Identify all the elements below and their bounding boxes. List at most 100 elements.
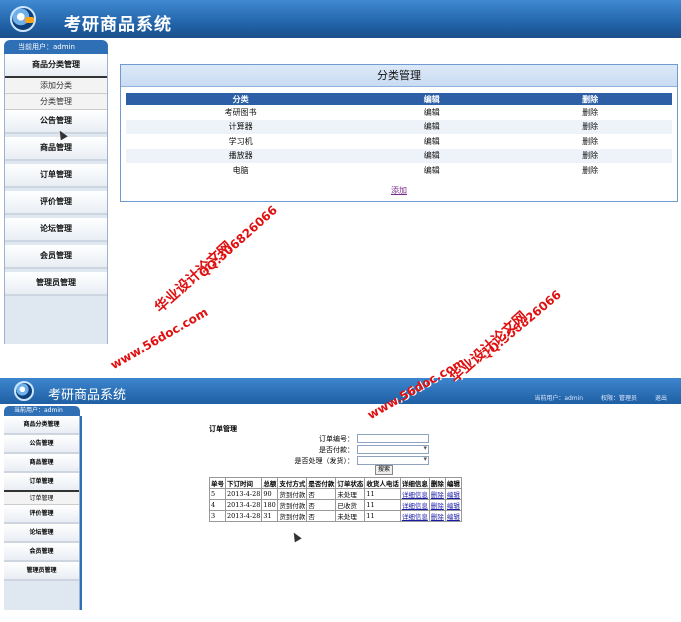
divider	[80, 416, 82, 610]
order-status: 已收货	[335, 499, 366, 511]
col-order-date: 下订时间	[224, 477, 263, 489]
col-total: 总额	[261, 477, 279, 489]
table-row: 电脑 编辑 删除	[126, 163, 672, 178]
top-current-user: 当前用户：admin	[534, 395, 584, 402]
menu-notice[interactable]: 公告管理	[4, 435, 79, 454]
table-row: 3 2013-4-28 31 货到付款 否 未处理 11 详细信息 删除 编辑	[209, 510, 462, 522]
menu-members[interactable]: 会员管理	[4, 543, 79, 562]
order-phone: 11	[364, 488, 401, 500]
order-date: 2013-4-28	[224, 499, 263, 511]
current-user-bar: 当前用户：admin	[4, 40, 108, 54]
menu-goods[interactable]: 商品管理	[5, 137, 107, 161]
menu-orders[interactable]: 订单管理	[4, 473, 79, 492]
order-date: 2013-4-28	[224, 488, 263, 500]
category-name: 学习机	[228, 136, 253, 146]
order-paid: 否	[306, 510, 337, 522]
menu-admins[interactable]: 管理员管理	[4, 562, 79, 581]
menu-admins[interactable]: 管理员管理	[5, 272, 107, 296]
menu-add-category[interactable]: 添加分类	[5, 78, 107, 94]
table-row: 4 2013-4-28 180 货到付款 否 已收货 11 详细信息 删除 编辑	[209, 499, 462, 511]
col-order-id: 单号	[209, 477, 226, 489]
delete-link[interactable]: 删除	[428, 488, 446, 500]
order-date: 2013-4-28	[224, 510, 263, 522]
table-row: 计算器 编辑 删除	[126, 119, 672, 134]
table-row: 5 2013-4-28 90 货到付款 否 未处理 11 详细信息 删除 编辑	[209, 488, 462, 500]
add-category-link[interactable]: 添加	[121, 185, 677, 196]
order-payment: 货到付款	[277, 510, 308, 522]
col-status: 订单状态	[335, 477, 366, 489]
delete-link[interactable]: 删除	[508, 148, 672, 163]
menu-order-list[interactable]: 订单管理	[4, 492, 79, 505]
order-status: 未处理	[335, 488, 366, 500]
app-header: 考研商品系统	[0, 0, 681, 38]
order-management-screen: 考研商品系统 当前用户：admin 权限：管理员 退出 当前用户：admin 商…	[0, 378, 681, 610]
delete-link[interactable]: 删除	[508, 119, 672, 134]
menu-forum[interactable]: 论坛管理	[5, 218, 107, 242]
delete-link[interactable]: 删除	[508, 134, 672, 149]
order-payment: 货到付款	[277, 488, 308, 500]
edit-link[interactable]: 编辑	[355, 119, 509, 134]
order-id: 3	[209, 510, 226, 522]
order-paid: 否	[306, 488, 337, 500]
order-total: 31	[261, 510, 279, 522]
logout-link[interactable]: 退出	[655, 395, 667, 402]
page-title: 分类管理	[121, 65, 677, 87]
order-phone: 11	[364, 510, 401, 522]
col-delete: 删除	[508, 93, 672, 105]
delete-link[interactable]: 删除	[428, 499, 446, 511]
top-role: 权限：管理员	[601, 395, 638, 402]
processed-label: 是否处理（发货）：	[294, 457, 355, 465]
col-phone: 收货人电话	[364, 477, 401, 489]
edit-link[interactable]: 编辑	[355, 105, 508, 120]
menu-forum[interactable]: 论坛管理	[4, 524, 79, 543]
order-phone: 11	[364, 499, 401, 511]
order-table: 单号 下订时间 总额 支付方式 是否付款 订单状态 收货人电话 详细信息 删除 …	[209, 477, 462, 522]
order-no-input[interactable]	[357, 434, 429, 443]
table-row: 考研图书 编辑 删除	[126, 105, 672, 120]
logo-icon	[10, 6, 36, 32]
search-button[interactable]: 搜索	[375, 465, 393, 475]
category-name: 播放器	[126, 148, 356, 163]
edit-link[interactable]: 编辑	[355, 148, 509, 163]
edit-link[interactable]: 编辑	[444, 510, 462, 522]
menu-notice[interactable]: 公告管理	[5, 110, 107, 134]
delete-link[interactable]: 删除	[508, 163, 672, 178]
order-id: 5	[209, 488, 226, 500]
sidebar: 商品分类管理 添加分类 分类管理 公告管理 商品管理 订单管理 评价管理 论坛管…	[4, 54, 108, 344]
menu-category[interactable]: 商品分类管理	[5, 54, 107, 78]
menu-reviews[interactable]: 评价管理	[4, 505, 79, 524]
edit-link[interactable]: 编辑	[444, 488, 462, 500]
detail-link[interactable]: 详细信息	[399, 510, 430, 522]
menu-members[interactable]: 会员管理	[5, 245, 107, 269]
menu-goods[interactable]: 商品管理	[4, 454, 79, 473]
current-user-bar: 当前用户：admin	[4, 406, 80, 416]
order-id: 4	[209, 499, 226, 511]
top-right-bar: 当前用户：admin 权限：管理员 退出	[534, 393, 667, 402]
edit-link[interactable]: 编辑	[444, 499, 462, 511]
category-panel: 分类管理 分类 编辑 删除 考研图书 编辑 删除 计算器 编辑 删除 学习机 编…	[120, 64, 678, 202]
detail-link[interactable]: 详细信息	[399, 499, 430, 511]
category-management-screen: 考研商品系统 当前用户：admin 商品分类管理 添加分类 分类管理 公告管理 …	[0, 0, 681, 345]
menu-category-list[interactable]: 分类管理	[5, 94, 107, 110]
logo-icon	[14, 381, 34, 401]
col-detail: 详细信息	[399, 477, 430, 489]
table-row: 学习机 编辑 删除	[126, 134, 672, 149]
order-total: 90	[261, 488, 279, 500]
menu-orders[interactable]: 订单管理	[5, 164, 107, 188]
menu-category[interactable]: 商品分类管理	[4, 416, 79, 435]
delete-link[interactable]: 删除	[508, 105, 672, 120]
page-title: 订单管理	[209, 424, 237, 433]
menu-reviews[interactable]: 评价管理	[5, 191, 107, 215]
paid-select[interactable]	[357, 444, 429, 454]
category-name: 考研图书	[224, 107, 257, 117]
delete-link[interactable]: 删除	[428, 510, 446, 522]
edit-link[interactable]: 编辑	[355, 134, 508, 149]
detail-link[interactable]: 详细信息	[399, 488, 430, 500]
edit-link[interactable]: 编辑	[355, 163, 508, 178]
category-table: 分类 编辑 删除 考研图书 编辑 删除 计算器 编辑 删除 学习机 编辑 删除 …	[126, 93, 672, 178]
processed-select[interactable]	[357, 455, 429, 465]
order-paid: 否	[306, 499, 337, 511]
col-payment: 支付方式	[277, 477, 308, 489]
category-name: 计算器	[126, 119, 356, 134]
app-title: 考研商品系统	[48, 388, 127, 403]
